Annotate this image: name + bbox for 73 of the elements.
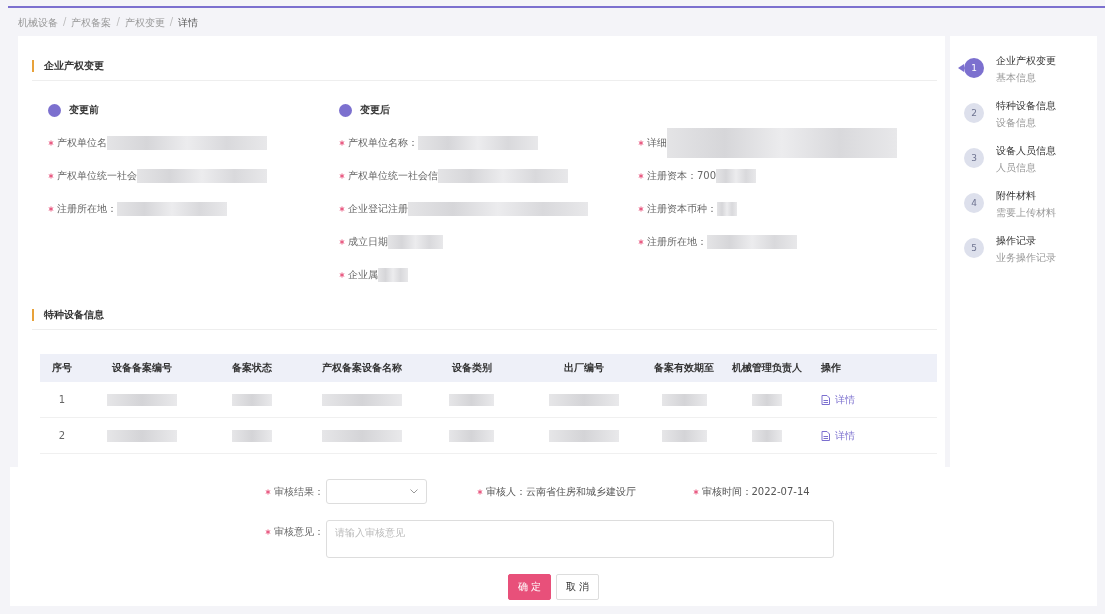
- redacted-value: [661, 429, 707, 442]
- field-label: 企业登记注册: [348, 202, 408, 216]
- redacted-value: [549, 429, 619, 442]
- column-header: 操作: [821, 361, 841, 375]
- field-label: 产权单位统一社会: [57, 169, 137, 183]
- step-title[interactable]: 设备人员信息: [996, 144, 1056, 158]
- column-header: 机械管理负责人: [731, 361, 802, 375]
- step-subtitle: 需要上传材料: [996, 206, 1056, 220]
- column-header: 备案状态: [231, 361, 272, 375]
- breadcrumb-separator: /: [116, 16, 120, 29]
- column-header: 产权备案设备名称: [321, 361, 402, 375]
- column-header: 设备备案编号: [111, 361, 172, 375]
- asterisk-icon: [692, 488, 699, 495]
- redacted-value: [716, 169, 757, 183]
- column-header: 设备类别: [451, 361, 492, 375]
- section-title: 企业产权变更: [32, 60, 104, 72]
- redacted-value: [717, 202, 737, 216]
- breadcrumb-link[interactable]: 产权备案: [71, 16, 112, 30]
- redacted-value: [388, 235, 443, 249]
- step-subtitle: 人员信息: [996, 161, 1037, 175]
- field-label: 注册所在地：: [647, 235, 707, 249]
- details-link[interactable]: 详情: [821, 392, 855, 407]
- breadcrumb-link[interactable]: 产权变更: [124, 16, 165, 30]
- section-title: 特种设备信息: [32, 309, 104, 321]
- column-header: 序号: [52, 361, 72, 375]
- breadcrumb-separator: /: [169, 16, 174, 29]
- table-cell: 2: [58, 430, 66, 441]
- redacted-value: [106, 429, 177, 442]
- reviewer-text: 审核人：云南省住房和城乡建设厅: [485, 484, 636, 499]
- breadcrumb-link[interactable]: 机械设备: [18, 16, 58, 30]
- field-label: 成立日期: [348, 235, 388, 249]
- step-title[interactable]: 企业产权变更: [996, 54, 1056, 68]
- redacted-value: [106, 393, 177, 406]
- cancel-button[interactable]: 取 消: [556, 574, 599, 600]
- breadcrumb-separator: /: [63, 16, 67, 29]
- field-label: 企业属: [348, 268, 378, 282]
- column-title: 变更后: [360, 103, 390, 117]
- redacted-value: [751, 429, 782, 442]
- result-select[interactable]: [325, 479, 427, 504]
- redacted-value: [661, 393, 707, 406]
- asterisk-icon: [264, 488, 271, 495]
- step-title[interactable]: 操作记录: [996, 234, 1056, 248]
- column-header: 备案有效期至: [654, 361, 714, 375]
- asterisk-icon: [476, 488, 483, 495]
- redacted-value: [449, 429, 494, 442]
- step-subtitle: 设备信息: [996, 116, 1037, 130]
- redacted-value: [449, 393, 494, 406]
- review-time-text: 审核时间：2022-07-14: [701, 484, 810, 499]
- field-label: 注册资本：700: [647, 169, 717, 183]
- step-subtitle: 基本信息: [996, 71, 1037, 85]
- column-title: 变更前: [69, 103, 99, 117]
- confirm-button[interactable]: 确 定: [508, 574, 551, 600]
- redacted-value: [378, 268, 408, 282]
- redacted-value: [549, 393, 619, 406]
- field-label: 产权单位名: [57, 136, 107, 150]
- field-label: 注册资本币种：: [647, 202, 717, 216]
- redacted-value: [231, 429, 272, 442]
- details-link[interactable]: 详情: [821, 428, 855, 443]
- field-label: 注册所在地：: [57, 202, 117, 216]
- asterisk-icon: [264, 529, 271, 535]
- redacted-value: [231, 393, 272, 406]
- field-label: 详细: [647, 136, 667, 150]
- chevron-down-icon: [409, 489, 418, 494]
- step-subtitle: 业务操作记录: [996, 251, 1056, 265]
- redacted-value: [751, 393, 782, 406]
- step-title[interactable]: 附件材料: [996, 189, 1056, 203]
- field-label: 产权单位名称：: [348, 136, 418, 150]
- field-label: 审核意见：: [273, 525, 324, 539]
- field-label: 产权单位统一社会信: [348, 169, 438, 183]
- table-cell: 1: [58, 394, 66, 405]
- step-title[interactable]: 特种设备信息: [996, 99, 1056, 113]
- field-label: 审核结果：: [273, 484, 324, 499]
- column-header: 出厂编号: [564, 361, 604, 375]
